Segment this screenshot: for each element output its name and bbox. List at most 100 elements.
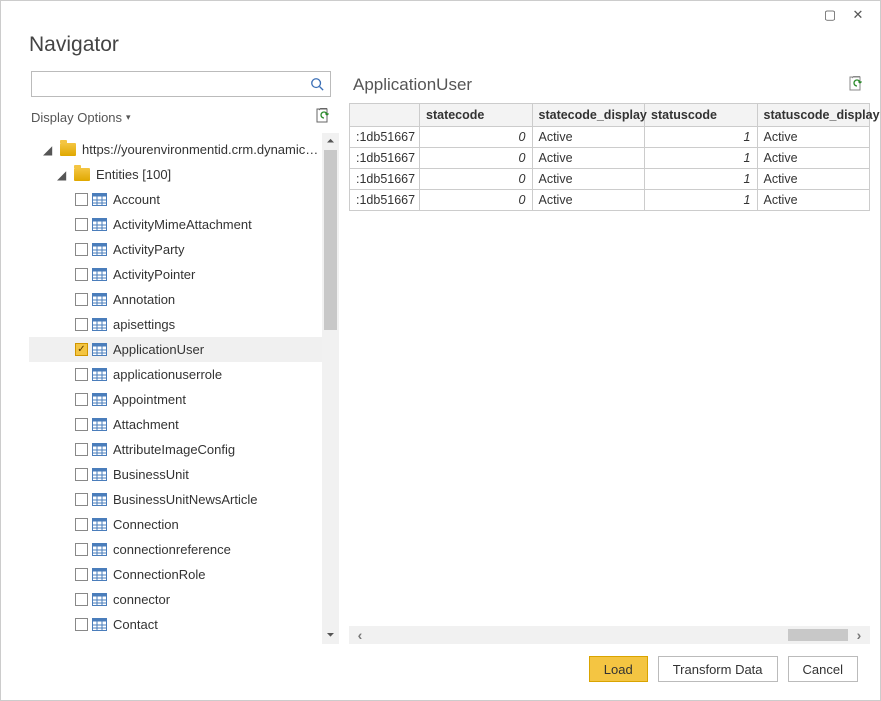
cancel-button[interactable]: Cancel — [788, 656, 858, 682]
grid-cell: 1 — [645, 126, 758, 147]
tree-entity-label: apisettings — [111, 317, 322, 332]
refresh-icon[interactable] — [315, 108, 331, 127]
left-pane: Display Options ▾ ◢https://yourenvironme… — [11, 71, 339, 644]
grid-row[interactable]: :1db516670Active1Active — [350, 126, 870, 147]
checkbox[interactable] — [75, 293, 88, 306]
table-icon — [92, 568, 107, 581]
grid-header[interactable]: statuscode — [645, 104, 758, 126]
grid-cell: :1db51667 — [350, 126, 420, 147]
checkbox[interactable] — [75, 268, 88, 281]
grid-header[interactable]: statecode — [420, 104, 533, 126]
table-icon — [92, 418, 107, 431]
tree-entity-label: Attachment — [111, 417, 322, 432]
chevron-down-icon: ▾ — [126, 112, 131, 123]
checkbox[interactable] — [75, 618, 88, 631]
entity-tree[interactable]: ◢https://yourenvironmentid.crm.dynamics.… — [29, 133, 322, 644]
checkbox[interactable] — [75, 393, 88, 406]
data-grid[interactable]: statecodestatecode_displaystatuscodestat… — [349, 103, 870, 211]
transform-data-button[interactable]: Transform Data — [658, 656, 778, 682]
grid-header[interactable]: statuscode_display — [757, 104, 870, 126]
table-icon — [92, 618, 107, 631]
display-options-dropdown[interactable]: Display Options ▾ — [31, 110, 131, 125]
tree-entity-row[interactable]: Account — [29, 187, 322, 212]
tree-entities-label: Entities [100] — [94, 167, 322, 182]
hscroll-thumb[interactable] — [788, 629, 848, 641]
table-icon — [92, 543, 107, 556]
grid-cell: 1 — [645, 147, 758, 168]
tree-root-row[interactable]: ◢https://yourenvironmentid.crm.dynamics.… — [29, 137, 322, 162]
hscroll-track[interactable] — [371, 628, 848, 642]
grid-cell: Active — [757, 126, 870, 147]
tree-entity-row[interactable]: BusinessUnit — [29, 462, 322, 487]
grid-cell: Active — [757, 189, 870, 210]
close-button[interactable]: ✕ — [844, 4, 872, 26]
grid-header[interactable] — [350, 104, 420, 126]
tree-entity-row[interactable]: connectionreference — [29, 537, 322, 562]
checkbox[interactable]: ✓ — [75, 343, 88, 356]
tree-entity-row[interactable]: apisettings — [29, 312, 322, 337]
tree-entity-label: Account — [111, 192, 322, 207]
checkbox[interactable] — [75, 568, 88, 581]
checkbox[interactable] — [75, 543, 88, 556]
tree-entity-row[interactable]: Annotation — [29, 287, 322, 312]
tree-entity-row[interactable]: Attachment — [29, 412, 322, 437]
checkbox[interactable] — [75, 318, 88, 331]
table-icon — [92, 193, 107, 206]
tree-entity-row[interactable]: BusinessUnitNewsArticle — [29, 487, 322, 512]
grid-row[interactable]: :1db516670Active1Active — [350, 168, 870, 189]
grid-cell: 1 — [645, 189, 758, 210]
maximize-button[interactable]: ▢ — [816, 4, 844, 26]
scroll-left-icon[interactable]: ‹ — [349, 627, 371, 643]
checkbox[interactable] — [75, 593, 88, 606]
expander-icon[interactable]: ◢ — [57, 168, 67, 182]
tree-entity-row[interactable]: ✓ApplicationUser — [29, 337, 322, 362]
preview-header: ApplicationUser — [349, 75, 870, 103]
tree-entity-row[interactable]: AttributeImageConfig — [29, 437, 322, 462]
search-icon[interactable] — [304, 72, 330, 96]
search-box[interactable] — [31, 71, 331, 97]
checkbox[interactable] — [75, 518, 88, 531]
checkbox[interactable] — [75, 368, 88, 381]
scroll-thumb[interactable] — [324, 150, 337, 330]
checkbox[interactable] — [75, 218, 88, 231]
expander-icon[interactable]: ◢ — [43, 143, 53, 157]
tree-entity-row[interactable]: ActivityMimeAttachment — [29, 212, 322, 237]
tree-entity-row[interactable]: ConnectionRole — [29, 562, 322, 587]
tree-scrollbar[interactable]: ⏶ ⏷ — [322, 133, 339, 644]
search-input[interactable] — [32, 72, 304, 96]
checkbox[interactable] — [75, 443, 88, 456]
grid-cell: 0 — [420, 147, 533, 168]
scroll-right-icon[interactable]: › — [848, 627, 870, 643]
tree-entity-row[interactable]: connector — [29, 587, 322, 612]
tree-entity-row[interactable]: ActivityPointer — [29, 262, 322, 287]
preview-pane: ApplicationUser statecodestatecode_displ… — [349, 71, 870, 644]
grid-cell: 0 — [420, 189, 533, 210]
checkbox[interactable] — [75, 243, 88, 256]
tree-entities-row[interactable]: ◢ Entities [100] — [29, 162, 322, 187]
grid-cell: :1db51667 — [350, 189, 420, 210]
checkbox[interactable] — [75, 418, 88, 431]
checkbox[interactable] — [75, 493, 88, 506]
checkbox[interactable] — [75, 193, 88, 206]
tree-entity-row[interactable]: Connection — [29, 512, 322, 537]
grid-row[interactable]: :1db516670Active1Active — [350, 189, 870, 210]
tree-entity-row[interactable]: Contact — [29, 612, 322, 637]
tree-entity-row[interactable]: applicationuserrole — [29, 362, 322, 387]
tree-entity-label: ActivityMimeAttachment — [111, 217, 322, 232]
grid-header[interactable]: statecode_display — [532, 104, 645, 126]
load-button[interactable]: Load — [589, 656, 648, 682]
scroll-track[interactable] — [322, 150, 339, 627]
table-icon — [92, 343, 107, 356]
table-icon — [92, 593, 107, 606]
grid-row[interactable]: :1db516670Active1Active — [350, 147, 870, 168]
scroll-up-icon[interactable]: ⏶ — [322, 133, 339, 150]
tree-entity-label: Appointment — [111, 392, 322, 407]
checkbox[interactable] — [75, 468, 88, 481]
grid-hscrollbar[interactable]: ‹ › — [349, 626, 870, 644]
tree-entity-row[interactable]: ActivityParty — [29, 237, 322, 262]
preview-options-icon[interactable] — [848, 76, 864, 95]
grid-cell: :1db51667 — [350, 168, 420, 189]
tree-entity-row[interactable]: Appointment — [29, 387, 322, 412]
tree-entity-label: ActivityPointer — [111, 267, 322, 282]
scroll-down-icon[interactable]: ⏷ — [322, 627, 339, 644]
